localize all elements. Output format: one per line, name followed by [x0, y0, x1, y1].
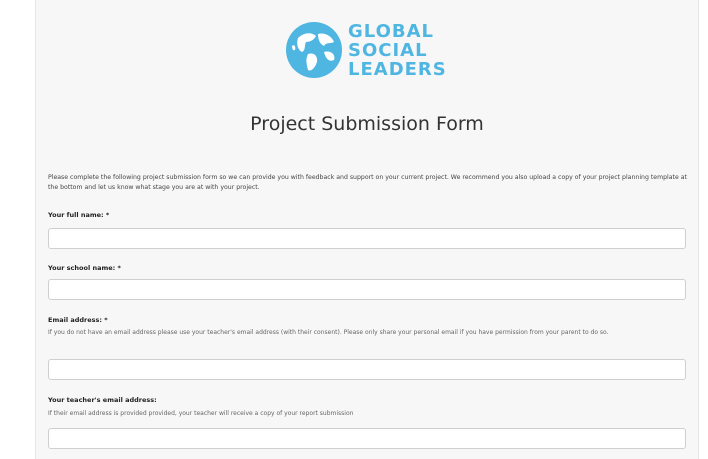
teacher-email-label: Your teacher's email address: [48, 396, 157, 404]
logo-line-3: LEADERS [348, 59, 447, 80]
full-name-label: Your full name: * [48, 211, 110, 219]
page-title: Project Submission Form [250, 113, 484, 135]
teacher-email-input[interactable] [48, 428, 686, 449]
email-input[interactable] [48, 359, 686, 380]
email-label: Email address: * [48, 316, 108, 324]
logo-line-1: GLOBAL [348, 21, 435, 42]
email-help-text: If you do not have an email address plea… [48, 329, 609, 336]
teacher-email-help-text: If their email address is provided provi… [48, 410, 354, 417]
global-social-leaders-logo: GLOBAL SOCIAL LEADERS [284, 14, 447, 86]
full-name-input[interactable] [48, 228, 686, 249]
page-gutter-right [699, 0, 708, 459]
form-intro-text: Please complete the following project su… [48, 174, 687, 191]
school-name-label: Your school name: * [48, 264, 121, 272]
page-gutter-left [0, 0, 40, 459]
logo-line-2: SOCIAL [348, 40, 428, 61]
logo-wordmark: GLOBAL SOCIAL LEADERS [348, 22, 447, 79]
school-name-input[interactable] [48, 279, 686, 300]
globe-icon [286, 22, 342, 78]
